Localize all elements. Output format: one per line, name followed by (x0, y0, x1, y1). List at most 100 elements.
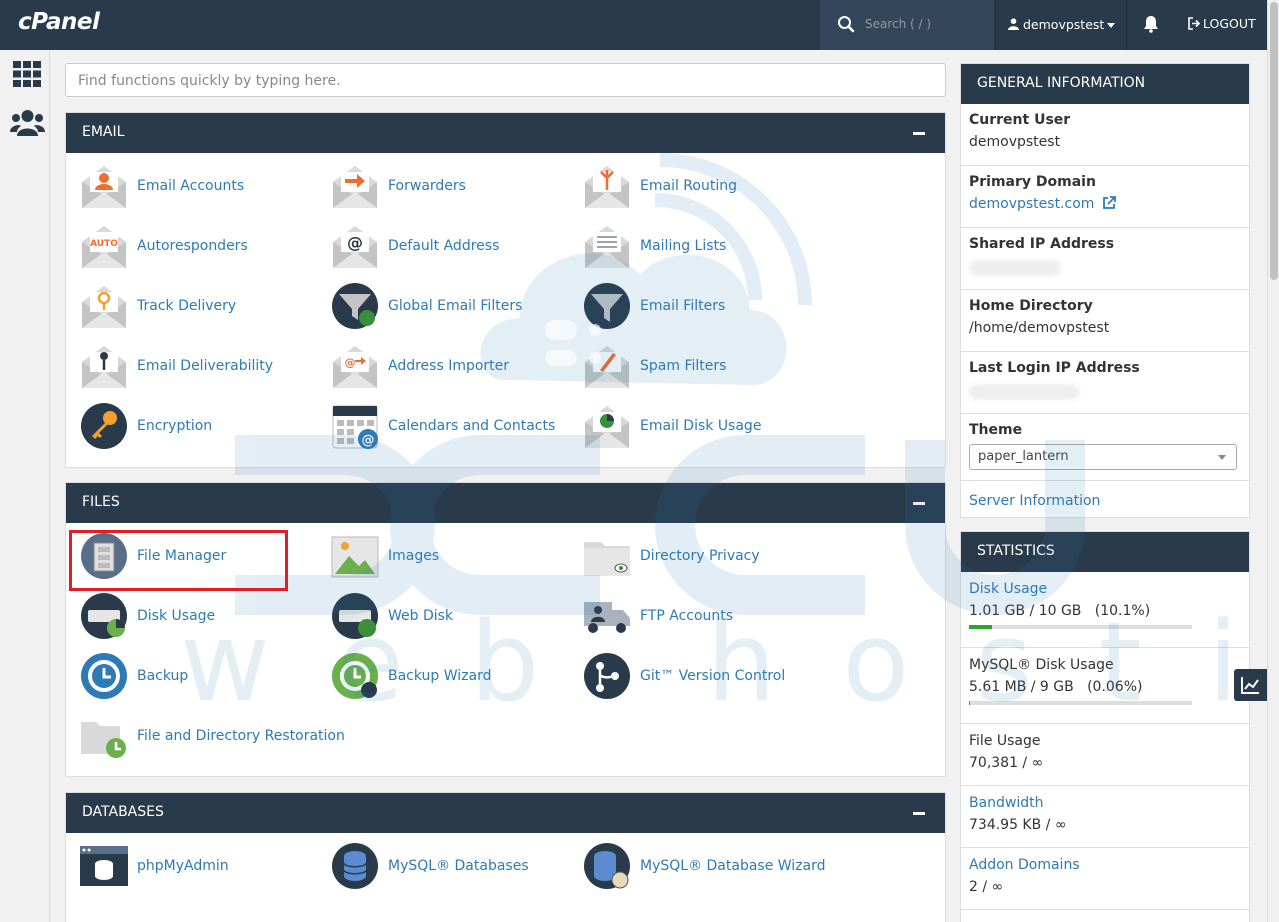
collapse-icon[interactable] (913, 132, 925, 135)
primary-domain-row: Primary Domain demovpstest.com (961, 166, 1249, 228)
tool-backup[interactable]: Backup (80, 651, 188, 701)
redacted-ip (969, 260, 1061, 276)
mysql-databases-icon (331, 842, 379, 890)
files-panel-header[interactable]: FILES (66, 483, 945, 523)
top-navbar: cPanel Search ( / ) demovpstest LOGOUT (0, 0, 1267, 50)
tool-label: Forwarders (388, 178, 466, 194)
tool-label: Disk Usage (137, 608, 216, 624)
email-disk-usage-icon (583, 402, 631, 450)
tool-email-filters[interactable]: Email Filters (583, 281, 725, 331)
email-routing-icon (583, 162, 631, 210)
tool-autoresponders[interactable]: AUTO Autoresponders (80, 221, 248, 271)
tool-disk-usage[interactable]: Disk Usage (80, 591, 215, 641)
disk-usage-progress-fill (969, 625, 992, 629)
users-icon[interactable] (10, 109, 45, 136)
tool-directory-privacy[interactable]: Directory Privacy (583, 531, 760, 581)
tool-email-disk-usage[interactable]: Email Disk Usage (583, 401, 761, 451)
tool-email-accounts[interactable]: Email Accounts (80, 161, 244, 211)
forwarders-icon (331, 162, 379, 210)
tool-address-importer[interactable]: @ Address Importer (331, 341, 509, 391)
tool-git[interactable]: Git™ Version Control (583, 651, 785, 701)
last-login-row: Last Login IP Address (961, 352, 1249, 414)
tool-phpmyadmin[interactable]: phpMyAdmin (80, 841, 229, 891)
images-icon (331, 532, 379, 580)
tool-ftp-accounts[interactable]: FTP Accounts (583, 591, 733, 641)
databases-panel-header[interactable]: DATABASES (66, 793, 945, 833)
tool-track-delivery[interactable]: Track Delivery (80, 281, 236, 331)
tool-label: Email Accounts (137, 178, 245, 194)
collapse-icon[interactable] (913, 502, 925, 505)
grid-icon[interactable] (13, 61, 41, 87)
primary-domain-link[interactable]: demovpstest.com (969, 196, 1094, 212)
tool-label: Backup Wizard (388, 668, 492, 684)
chart-toggle-button[interactable] (1234, 669, 1267, 701)
autoresponders-icon: AUTO (80, 222, 128, 270)
backup-wizard-icon (331, 652, 379, 700)
mysql-disk-usage-stat: MySQL® Disk Usage 5.61 MB / 9 GB (0.06%) (961, 648, 1249, 724)
tool-mysql-databases[interactable]: MySQL® Databases (331, 841, 529, 891)
tool-label: File and Directory Restoration (137, 728, 345, 744)
email-panel-header[interactable]: EMAIL (66, 113, 945, 153)
tool-spam-filters[interactable]: Spam Filters (583, 341, 726, 391)
tool-mailing-lists[interactable]: Mailing Lists (583, 221, 726, 271)
addon-domains-link[interactable]: Addon Domains (969, 857, 1241, 873)
top-search[interactable]: Search ( / ) (820, 0, 994, 50)
tool-global-email-filters[interactable]: Global Email Filters (331, 281, 522, 331)
tool-email-deliverability[interactable]: Email Deliverability (80, 341, 273, 391)
svg-text:@: @ (347, 233, 363, 252)
svg-text:@: @ (362, 433, 375, 448)
tool-default-address[interactable]: @ Default Address (331, 221, 499, 271)
tool-label: Mailing Lists (640, 238, 727, 254)
user-menu-button[interactable]: demovpstest (995, 0, 1127, 50)
statistics-header: STATISTICS (961, 532, 1249, 572)
line-chart-icon (1241, 677, 1259, 694)
server-info-row: Server Information (961, 481, 1249, 517)
general-information-panel: GENERAL INFORMATION Current User demovps… (960, 63, 1250, 518)
tool-email-routing[interactable]: Email Routing (583, 161, 737, 211)
tool-web-disk[interactable]: Web Disk (331, 591, 453, 641)
svg-text:AUTO: AUTO (90, 239, 118, 249)
tool-mysql-wizard[interactable]: MySQL® Database Wizard (583, 841, 826, 891)
external-link-icon[interactable] (1102, 196, 1116, 210)
home-directory-row: Home Directory /home/demovpstest (961, 290, 1249, 352)
ftp-accounts-icon (583, 592, 631, 640)
mysql-wizard-icon (583, 842, 631, 890)
email-filters-icon (583, 282, 631, 330)
disk-usage-icon (80, 592, 128, 640)
tool-calendars[interactable]: @ Calendars and Contacts (331, 401, 555, 451)
encryption-icon (80, 402, 128, 450)
collapse-icon[interactable] (913, 812, 925, 815)
bell-icon[interactable] (1143, 15, 1159, 33)
left-sidebar (0, 50, 50, 922)
tool-forwarders[interactable]: Forwarders (331, 161, 466, 211)
user-icon (1008, 18, 1019, 30)
tool-label: Email Disk Usage (640, 418, 762, 434)
theme-row: Theme paper_lantern (961, 414, 1249, 481)
shared-ip-row: Shared IP Address (961, 228, 1249, 290)
directory-privacy-icon (583, 532, 631, 580)
phpmyadmin-icon (80, 842, 128, 890)
disk-usage-link[interactable]: Disk Usage (969, 581, 1241, 597)
tool-backup-wizard[interactable]: Backup Wizard (331, 651, 492, 701)
page-scrollbar[interactable] (1267, 0, 1279, 922)
tool-label: Backup (137, 668, 189, 684)
web-disk-icon (331, 592, 379, 640)
tool-images[interactable]: Images (331, 531, 439, 581)
bandwidth-link[interactable]: Bandwidth (969, 795, 1241, 811)
scrollbar-thumb[interactable] (1270, 2, 1278, 280)
chevron-down-icon (1107, 23, 1115, 28)
tool-label: Directory Privacy (640, 548, 760, 564)
global-email-filters-icon (331, 282, 379, 330)
top-search-placeholder: Search ( / ) (865, 17, 932, 31)
tool-encryption[interactable]: Encryption (80, 401, 212, 451)
tool-restoration[interactable]: File and Directory Restoration (80, 711, 345, 761)
email-deliverability-icon (80, 342, 128, 390)
server-information-link[interactable]: Server Information (969, 493, 1100, 509)
theme-select[interactable]: paper_lantern (969, 444, 1237, 470)
tool-label: Global Email Filters (388, 298, 523, 314)
logout-button[interactable]: LOGOUT (1188, 16, 1256, 31)
quick-function-search[interactable]: Find functions quickly by typing here. (65, 63, 946, 97)
tool-label: Address Importer (388, 358, 510, 374)
cpanel-logo[interactable]: cPanel (18, 9, 100, 35)
tool-label: Encryption (137, 418, 213, 434)
